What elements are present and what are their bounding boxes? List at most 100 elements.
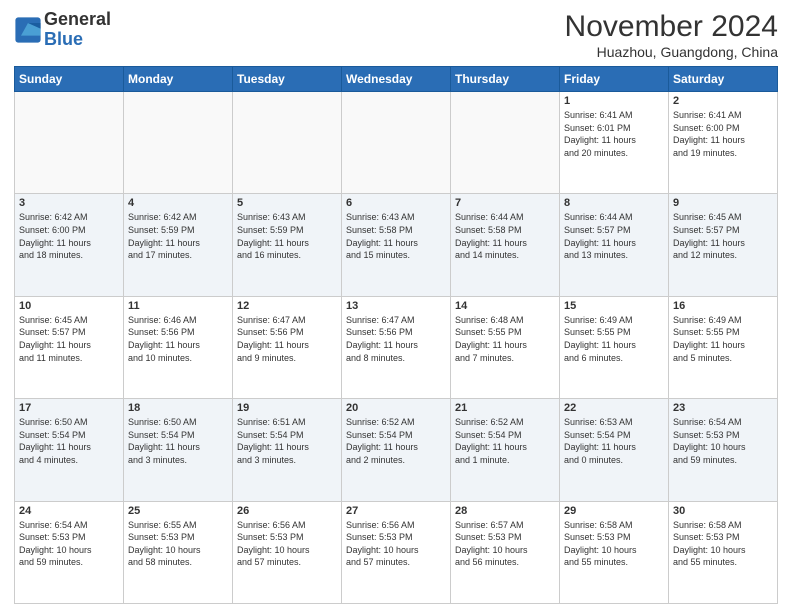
day-number: 15: [564, 300, 664, 312]
calendar-header-row: SundayMondayTuesdayWednesdayThursdayFrid…: [15, 67, 778, 92]
day-cell: 2Sunrise: 6:41 AMSunset: 6:00 PMDaylight…: [669, 92, 778, 194]
day-cell: 3Sunrise: 6:42 AMSunset: 6:00 PMDaylight…: [15, 194, 124, 296]
day-info: Sunrise: 6:52 AMSunset: 5:54 PMDaylight:…: [346, 416, 446, 466]
day-info: Sunrise: 6:44 AMSunset: 5:57 PMDaylight:…: [564, 211, 664, 261]
day-cell: 20 Sunrise: 6:52 AMSunset: 5:54 PMDayligh…: [342, 399, 451, 501]
day-info: Sunrise: 6:58 AMSunset: 5:53 PMDaylight:…: [673, 519, 773, 569]
col-header-saturday: Saturday: [669, 67, 778, 92]
day-number: 3: [19, 197, 119, 209]
day-number: 11: [128, 300, 228, 312]
day-info: Sunrise: 6:46 AMSunset: 5:56 PMDaylight:…: [128, 314, 228, 364]
week-row-0: 1Sunrise: 6:41 AMSunset: 6:01 PMDaylight…: [15, 92, 778, 194]
day-number: 19: [237, 402, 337, 414]
day-cell: 1Sunrise: 6:41 AMSunset: 6:01 PMDaylight…: [560, 92, 669, 194]
week-row-3: 17 Sunrise: 6:50 AMSunset: 5:54 PMDayligh…: [15, 399, 778, 501]
day-cell: 18 Sunrise: 6:50 AMSunset: 5:54 PMDayligh…: [124, 399, 233, 501]
logo: General Blue: [14, 10, 111, 50]
day-cell: [124, 92, 233, 194]
day-cell: 28 Sunrise: 6:57 AMSunset: 5:53 PMDayligh…: [451, 501, 560, 603]
day-cell: [451, 92, 560, 194]
day-number: 9: [673, 197, 773, 209]
title-block: November 2024 Huazhou, Guangdong, China: [565, 10, 778, 60]
day-cell: 23 Sunrise: 6:54 AMSunset: 5:53 PMDayligh…: [669, 399, 778, 501]
day-info: Sunrise: 6:55 AMSunset: 5:53 PMDaylight:…: [128, 519, 228, 569]
day-info: Sunrise: 6:48 AMSunset: 5:55 PMDaylight:…: [455, 314, 555, 364]
day-number: 17: [19, 402, 119, 414]
day-cell: 26Sunrise: 6:56 AMSunset: 5:53 PMDayligh…: [233, 501, 342, 603]
day-info: Sunrise: 6:52 AMSunset: 5:54 PMDaylight:…: [455, 416, 555, 466]
day-info: Sunrise: 6:45 AMSunset: 5:57 PMDaylight:…: [673, 211, 773, 261]
day-info: Sunrise: 6:47 AMSunset: 5:56 PMDaylight:…: [346, 314, 446, 364]
day-cell: 29 Sunrise: 6:58 AMSunset: 5:53 PMDayligh…: [560, 501, 669, 603]
header: General Blue November 2024 Huazhou, Guan…: [14, 10, 778, 60]
logo-general: General: [44, 10, 111, 30]
col-header-monday: Monday: [124, 67, 233, 92]
day-number: 18: [128, 402, 228, 414]
calendar-table: SundayMondayTuesdayWednesdayThursdayFrid…: [14, 66, 778, 604]
day-number: 23: [673, 402, 773, 414]
calendar-body: 1Sunrise: 6:41 AMSunset: 6:01 PMDaylight…: [15, 92, 778, 604]
day-info: Sunrise: 6:58 AMSunset: 5:53 PMDaylight:…: [564, 519, 664, 569]
day-info: Sunrise: 6:49 AMSunset: 5:55 PMDaylight:…: [564, 314, 664, 364]
col-header-sunday: Sunday: [15, 67, 124, 92]
day-info: Sunrise: 6:49 AMSunset: 5:55 PMDaylight:…: [673, 314, 773, 364]
day-cell: 22Sunrise: 6:53 AMSunset: 5:54 PMDayligh…: [560, 399, 669, 501]
month-title: November 2024: [565, 10, 778, 44]
day-number: 20: [346, 402, 446, 414]
day-info: Sunrise: 6:47 AMSunset: 5:56 PMDaylight:…: [237, 314, 337, 364]
day-cell: 16 Sunrise: 6:49 AMSunset: 5:55 PMDayligh…: [669, 296, 778, 398]
day-cell: 24Sunrise: 6:54 AMSunset: 5:53 PMDayligh…: [15, 501, 124, 603]
day-info: Sunrise: 6:44 AMSunset: 5:58 PMDaylight:…: [455, 211, 555, 261]
day-cell: 11 Sunrise: 6:46 AMSunset: 5:56 PMDayligh…: [124, 296, 233, 398]
day-info: Sunrise: 6:50 AMSunset: 5:54 PMDaylight:…: [128, 416, 228, 466]
logo-blue: Blue: [44, 30, 111, 50]
day-cell: [233, 92, 342, 194]
day-info: Sunrise: 6:57 AMSunset: 5:53 PMDaylight:…: [455, 519, 555, 569]
day-cell: 15 Sunrise: 6:49 AMSunset: 5:55 PMDayligh…: [560, 296, 669, 398]
day-cell: [342, 92, 451, 194]
col-header-thursday: Thursday: [451, 67, 560, 92]
day-number: 6: [346, 197, 446, 209]
col-header-friday: Friday: [560, 67, 669, 92]
day-cell: [15, 92, 124, 194]
day-cell: 7Sunrise: 6:44 AMSunset: 5:58 PMDaylight…: [451, 194, 560, 296]
day-cell: 14Sunrise: 6:48 AMSunset: 5:55 PMDayligh…: [451, 296, 560, 398]
day-info: Sunrise: 6:54 AMSunset: 5:53 PMDaylight:…: [673, 416, 773, 466]
logo-icon: [14, 16, 42, 44]
day-cell: 19 Sunrise: 6:51 AMSunset: 5:54 PMDayligh…: [233, 399, 342, 501]
day-info: Sunrise: 6:54 AMSunset: 5:53 PMDaylight:…: [19, 519, 119, 569]
day-info: Sunrise: 6:43 AMSunset: 5:58 PMDaylight:…: [346, 211, 446, 261]
day-number: 10: [19, 300, 119, 312]
day-number: 4: [128, 197, 228, 209]
day-number: 16: [673, 300, 773, 312]
day-info: Sunrise: 6:51 AMSunset: 5:54 PMDaylight:…: [237, 416, 337, 466]
day-number: 28: [455, 505, 555, 517]
day-cell: 4 Sunrise: 6:42 AMSunset: 5:59 PMDaylight…: [124, 194, 233, 296]
day-number: 21: [455, 402, 555, 414]
col-header-wednesday: Wednesday: [342, 67, 451, 92]
day-cell: 21 Sunrise: 6:52 AMSunset: 5:54 PMDayligh…: [451, 399, 560, 501]
day-cell: 17Sunrise: 6:50 AMSunset: 5:54 PMDayligh…: [15, 399, 124, 501]
day-number: 30: [673, 505, 773, 517]
day-cell: 25 Sunrise: 6:55 AMSunset: 5:53 PMDayligh…: [124, 501, 233, 603]
day-cell: 8 Sunrise: 6:44 AMSunset: 5:57 PMDaylight…: [560, 194, 669, 296]
day-info: Sunrise: 6:41 AMSunset: 6:00 PMDaylight:…: [673, 109, 773, 159]
day-cell: 30 Sunrise: 6:58 AMSunset: 5:53 PMDayligh…: [669, 501, 778, 603]
day-number: 1: [564, 95, 664, 107]
day-number: 8: [564, 197, 664, 209]
day-number: 27: [346, 505, 446, 517]
day-info: Sunrise: 6:43 AMSunset: 5:59 PMDaylight:…: [237, 211, 337, 261]
day-cell: 12 Sunrise: 6:47 AMSunset: 5:56 PMDayligh…: [233, 296, 342, 398]
day-info: Sunrise: 6:42 AMSunset: 5:59 PMDaylight:…: [128, 211, 228, 261]
day-number: 5: [237, 197, 337, 209]
day-info: Sunrise: 6:45 AMSunset: 5:57 PMDaylight:…: [19, 314, 119, 364]
day-number: 25: [128, 505, 228, 517]
page: General Blue November 2024 Huazhou, Guan…: [0, 0, 792, 612]
day-number: 29: [564, 505, 664, 517]
day-number: 12: [237, 300, 337, 312]
day-info: Sunrise: 6:53 AMSunset: 5:54 PMDaylight:…: [564, 416, 664, 466]
week-row-4: 24Sunrise: 6:54 AMSunset: 5:53 PMDayligh…: [15, 501, 778, 603]
col-header-tuesday: Tuesday: [233, 67, 342, 92]
day-cell: 27 Sunrise: 6:56 AMSunset: 5:53 PMDayligh…: [342, 501, 451, 603]
day-info: Sunrise: 6:56 AMSunset: 5:53 PMDaylight:…: [346, 519, 446, 569]
